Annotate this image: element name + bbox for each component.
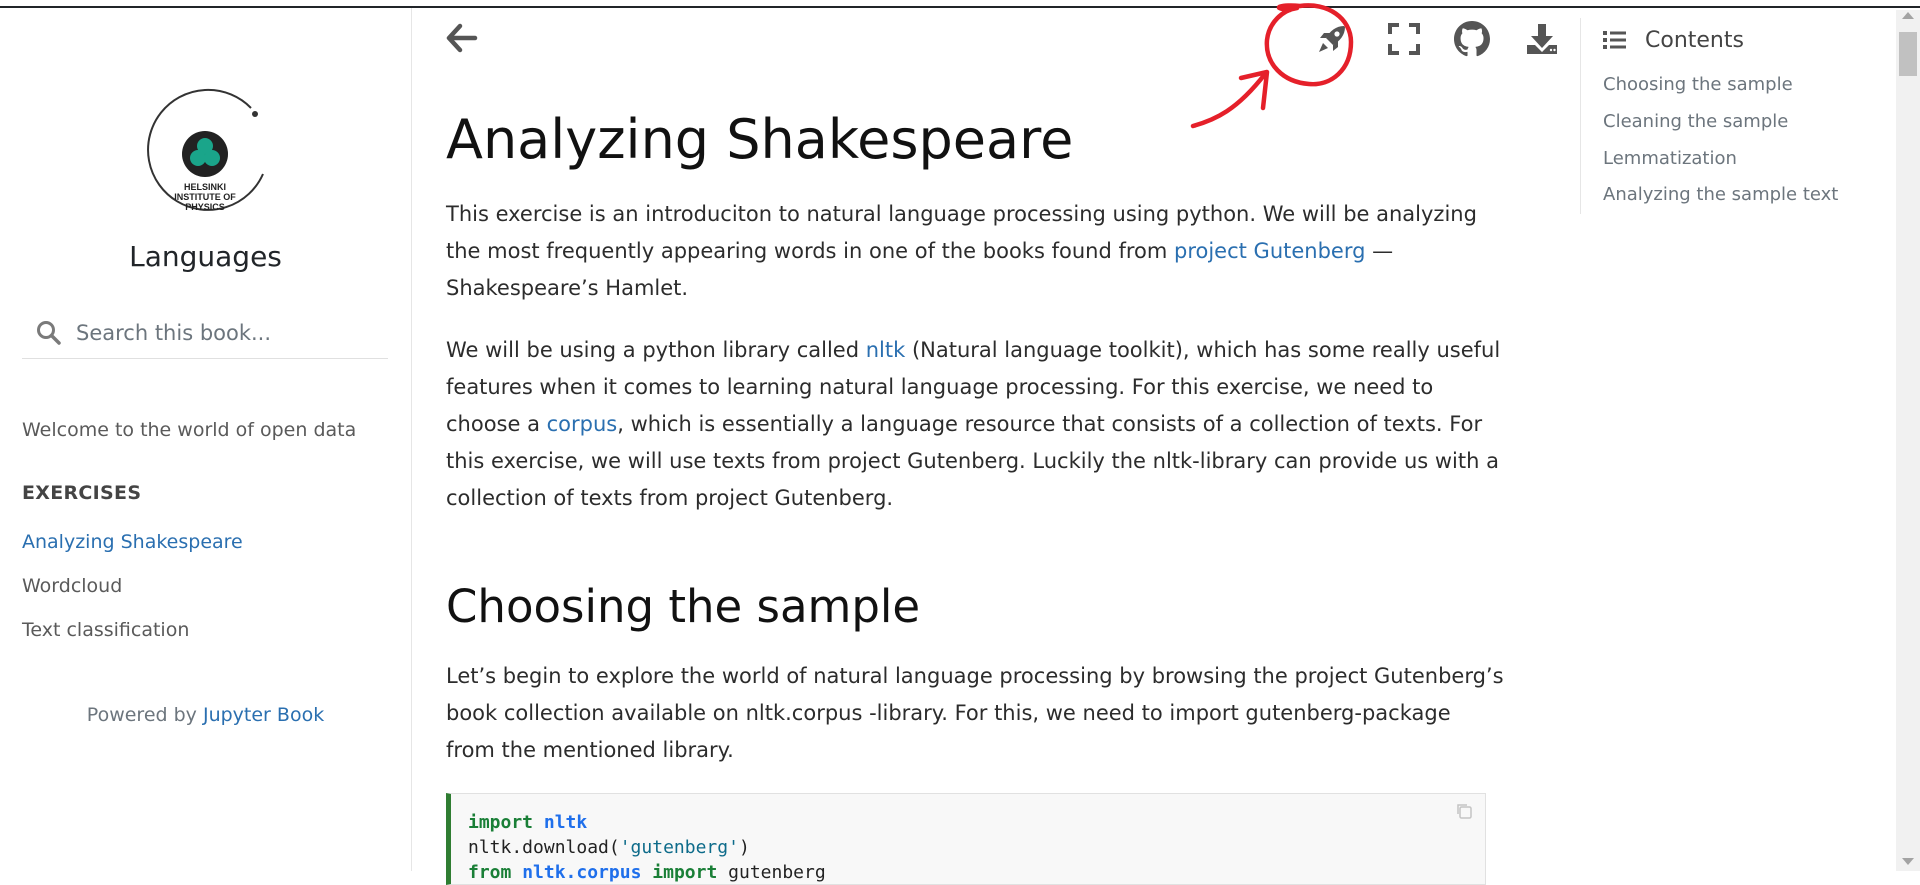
search-input[interactable] <box>74 316 378 350</box>
scroll-up-arrow[interactable] <box>1902 12 1914 19</box>
code-call-end: ) <box>738 837 750 858</box>
code-cell[interactable]: import nltk nltk.download('gutenberg') f… <box>446 793 1486 885</box>
code-keyword: from <box>468 862 512 883</box>
nav-caption-exercises: EXERCISES <box>22 482 142 504</box>
section-title-choosing-the-sample: Choosing the sample <box>446 580 921 633</box>
scrollbar-thumb[interactable] <box>1899 32 1917 76</box>
code-module: nltk <box>543 812 588 833</box>
project-gutenberg-link[interactable]: project Gutenberg <box>1174 239 1365 263</box>
logo-line-2: INSTITUTE OF <box>174 192 236 202</box>
red-annotation-circle-arrow <box>1190 3 1354 129</box>
nav-item-text-classification[interactable]: Text classification <box>22 619 189 641</box>
toc-item-cleaning-the-sample[interactable]: Cleaning the sample <box>1603 111 1788 132</box>
toc-item-analyzing-the-sample-text[interactable]: Analyzing the sample text <box>1603 184 1838 205</box>
intro-paragraph: This exercise is an introduciton to natu… <box>446 196 1506 307</box>
code-call: nltk.download( <box>468 837 620 858</box>
code-name: gutenberg <box>728 862 826 883</box>
copy-icon[interactable] <box>1455 802 1473 820</box>
github-icon[interactable] <box>1454 21 1490 57</box>
arrow-left-icon[interactable] <box>446 22 478 54</box>
nav-item-wordcloud[interactable]: Wordcloud <box>22 575 122 597</box>
powered-by-label: Powered by <box>86 704 203 726</box>
code-string: 'gutenberg' <box>619 837 739 858</box>
powered-by: Powered by Jupyter Book <box>0 704 411 726</box>
search-box[interactable] <box>22 308 388 359</box>
toc-heading-label: Contents <box>1645 28 1744 53</box>
scroll-down-arrow[interactable] <box>1902 858 1914 865</box>
vertical-scrollbar[interactable] <box>1896 10 1920 871</box>
page-title: Analyzing Shakespeare <box>446 108 1074 171</box>
window-top-border <box>0 0 1920 8</box>
choosing-paragraph: Let’s begin to explore the world of natu… <box>446 664 1504 762</box>
toc-item-choosing-the-sample[interactable]: Choosing the sample <box>1603 74 1793 95</box>
nav-item-analyzing-shakespeare[interactable]: Analyzing Shakespeare <box>22 531 243 553</box>
jupyter-book-link[interactable]: Jupyter Book <box>203 704 324 726</box>
logo-line-1: HELSINKI <box>184 182 226 192</box>
corpus-link[interactable]: corpus <box>547 412 618 436</box>
helsinki-institute-of-physics-logo[interactable]: HELSINKI INSTITUTE OF PHYSICS <box>141 86 269 222</box>
book-title[interactable]: Languages <box>0 240 411 273</box>
nltk-paragraph: We will be using a python library called… <box>446 332 1506 517</box>
code-block: import nltk nltk.download('gutenberg') f… <box>451 794 1485 885</box>
nltk-link[interactable]: nltk <box>866 338 906 362</box>
code-module: nltk.corpus <box>522 862 642 883</box>
search-icon <box>37 321 61 345</box>
fullscreen-icon[interactable] <box>1386 21 1422 57</box>
code-keyword: import <box>468 812 534 833</box>
nav-item-welcome[interactable]: Welcome to the world of open data <box>22 419 356 441</box>
code-keyword: import <box>652 862 718 883</box>
nltk-text-a: We will be using a python library called <box>446 338 866 362</box>
list-icon <box>1603 31 1626 49</box>
table-of-contents: Contents Choosing the sample Cleaning th… <box>1580 18 1881 214</box>
sidebar: HELSINKI INSTITUTE OF PHYSICS Languages … <box>0 8 412 871</box>
download-icon[interactable] <box>1524 21 1560 57</box>
logo-line-3: PHYSICS <box>185 202 225 212</box>
toc-item-lemmatization[interactable]: Lemmatization <box>1603 148 1737 169</box>
